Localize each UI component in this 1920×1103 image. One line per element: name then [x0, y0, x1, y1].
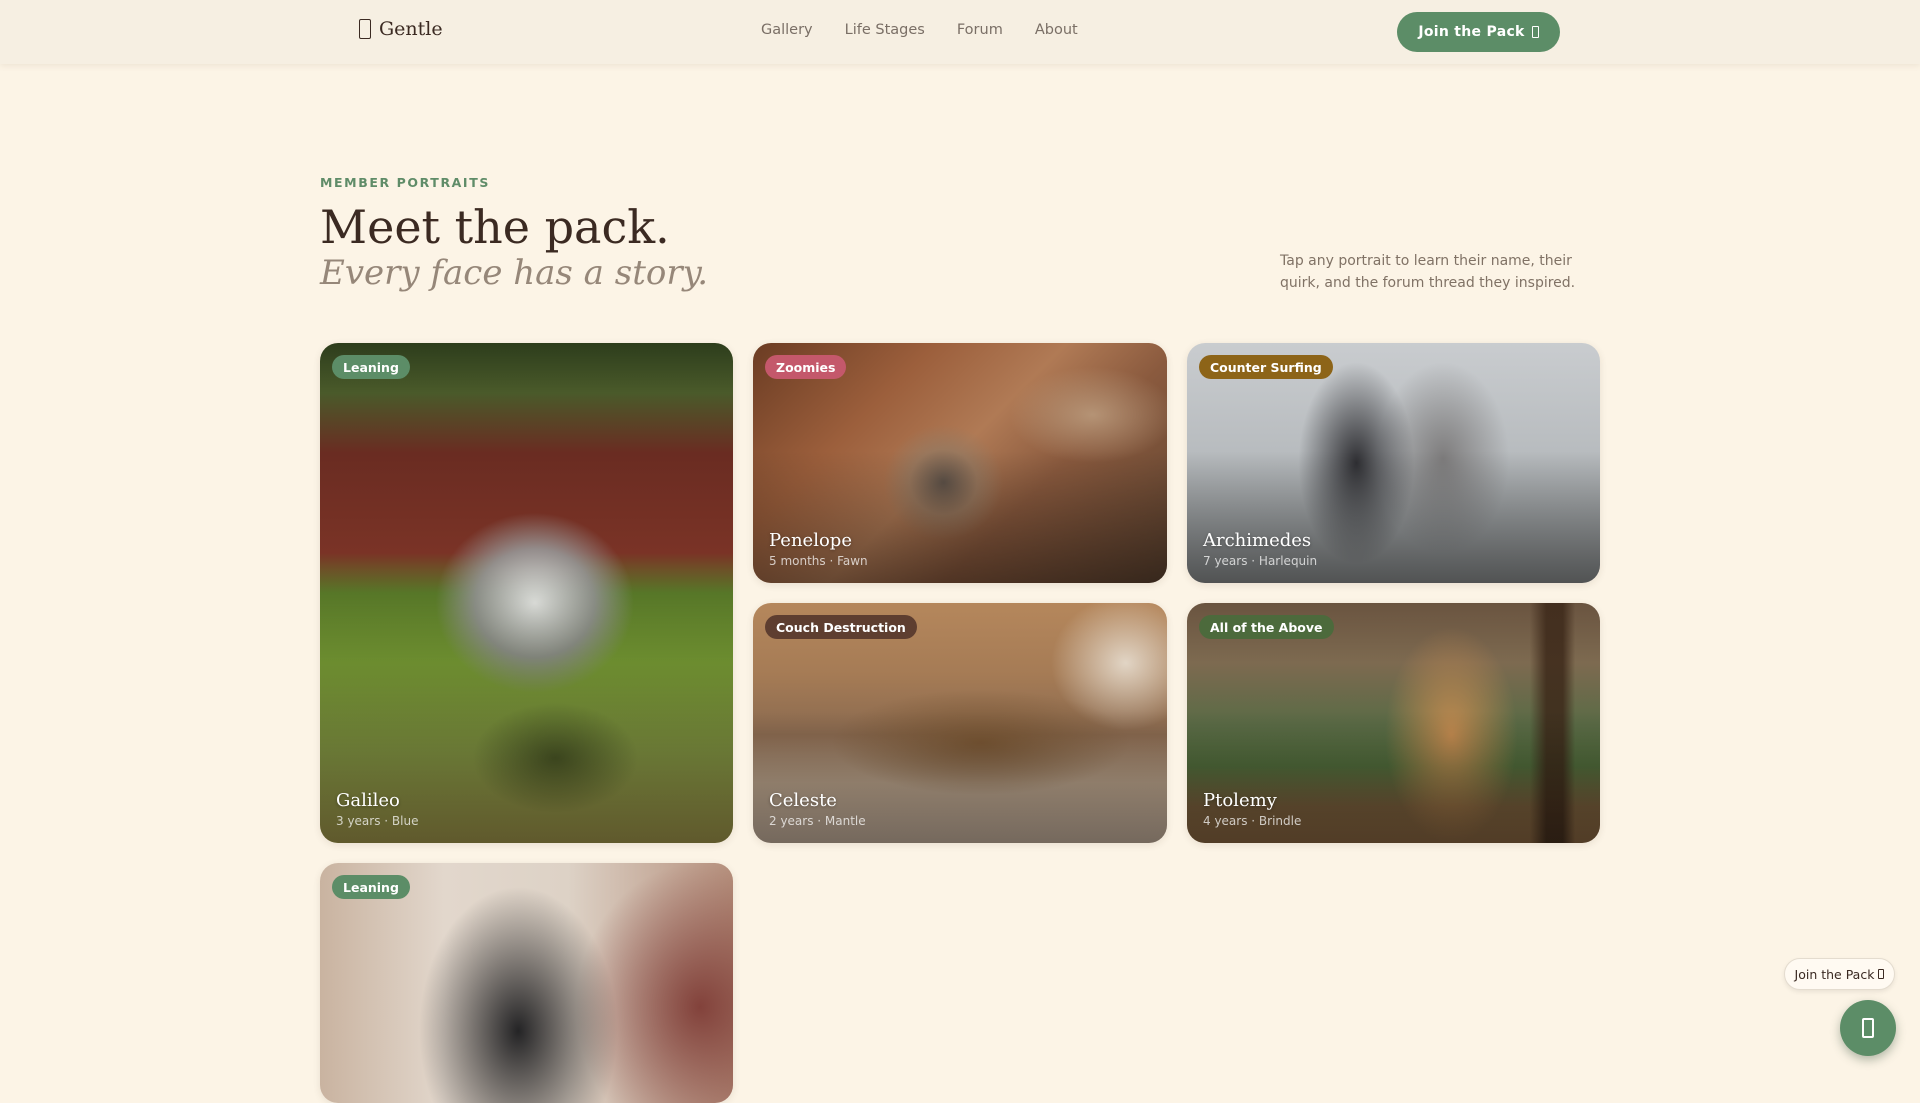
intro-note: Tap any portrait to learn their name, th… — [1280, 253, 1576, 291]
portrait-card-archimedes[interactable]: Counter Surfing Archimedes 7 years · Har… — [1187, 343, 1600, 583]
floating-action-button[interactable] — [1840, 1000, 1896, 1056]
quirk-badge: All of the Above — [1199, 615, 1334, 639]
portrait-card-frenchie[interactable]: Leaning — [320, 863, 733, 1103]
quirk-badge: Leaning — [332, 355, 410, 379]
logo-text: Gentle — [379, 18, 443, 40]
portrait-card-celeste[interactable]: Couch Destruction Celeste 2 years · Mant… — [753, 603, 1167, 843]
portrait-card-galileo[interactable]: Leaning Galileo 3 years · Blue — [320, 343, 733, 843]
french-bulldog-photo — [320, 863, 733, 1103]
join-the-pack-button[interactable]: Join the Pack — [1397, 12, 1560, 52]
dog-name: Ptolemy — [1203, 790, 1277, 811]
quirk-badge: Leaning — [332, 875, 410, 899]
dog-name: Celeste — [769, 790, 837, 811]
dog-meta: 3 years · Blue — [336, 814, 419, 828]
main-nav: Gallery Life Stages Forum About — [761, 22, 1078, 38]
quirk-badge: Counter Surfing — [1199, 355, 1333, 379]
dog-name: Galileo — [336, 790, 400, 811]
section-eyebrow: MEMBER PORTRAITS — [320, 175, 490, 190]
dog-meta: 5 months · Fawn — [769, 554, 868, 568]
quirk-badge: Couch Destruction — [765, 615, 917, 639]
portrait-card-ptolemy[interactable]: All of the Above Ptolemy 4 years · Brind… — [1187, 603, 1600, 843]
join-button-label: Join the Pack — [1418, 24, 1525, 40]
dog-name: Penelope — [769, 530, 852, 551]
logo[interactable]: Gentle — [359, 18, 443, 40]
dog-name: Archimedes — [1203, 530, 1312, 551]
join-icon — [1531, 26, 1539, 38]
nav-gallery[interactable]: Gallery — [761, 22, 813, 38]
page-title: Meet the pack. — [320, 200, 670, 254]
portrait-card-penelope[interactable]: Zoomies Penelope 5 months · Fawn — [753, 343, 1167, 583]
join-icon — [1878, 969, 1885, 979]
site-header: Gentle Gallery Life Stages Forum About J… — [0, 0, 1920, 64]
logo-icon — [359, 19, 371, 39]
quirk-badge: Zoomies — [765, 355, 847, 379]
dog-meta: 7 years · Harlequin — [1203, 554, 1318, 568]
dog-meta: 4 years · Brindle — [1203, 814, 1302, 828]
pack-icon — [1862, 1018, 1874, 1038]
floating-join-pill[interactable]: Join the Pack — [1784, 958, 1895, 990]
nav-life-stages[interactable]: Life Stages — [845, 22, 925, 38]
page-subtitle: Every face has a story. — [320, 253, 709, 293]
dog-meta: 2 years · Mantle — [769, 814, 866, 828]
floating-join-label: Join the Pack — [1794, 966, 1875, 982]
nav-about[interactable]: About — [1035, 22, 1078, 38]
nav-forum[interactable]: Forum — [957, 22, 1003, 38]
